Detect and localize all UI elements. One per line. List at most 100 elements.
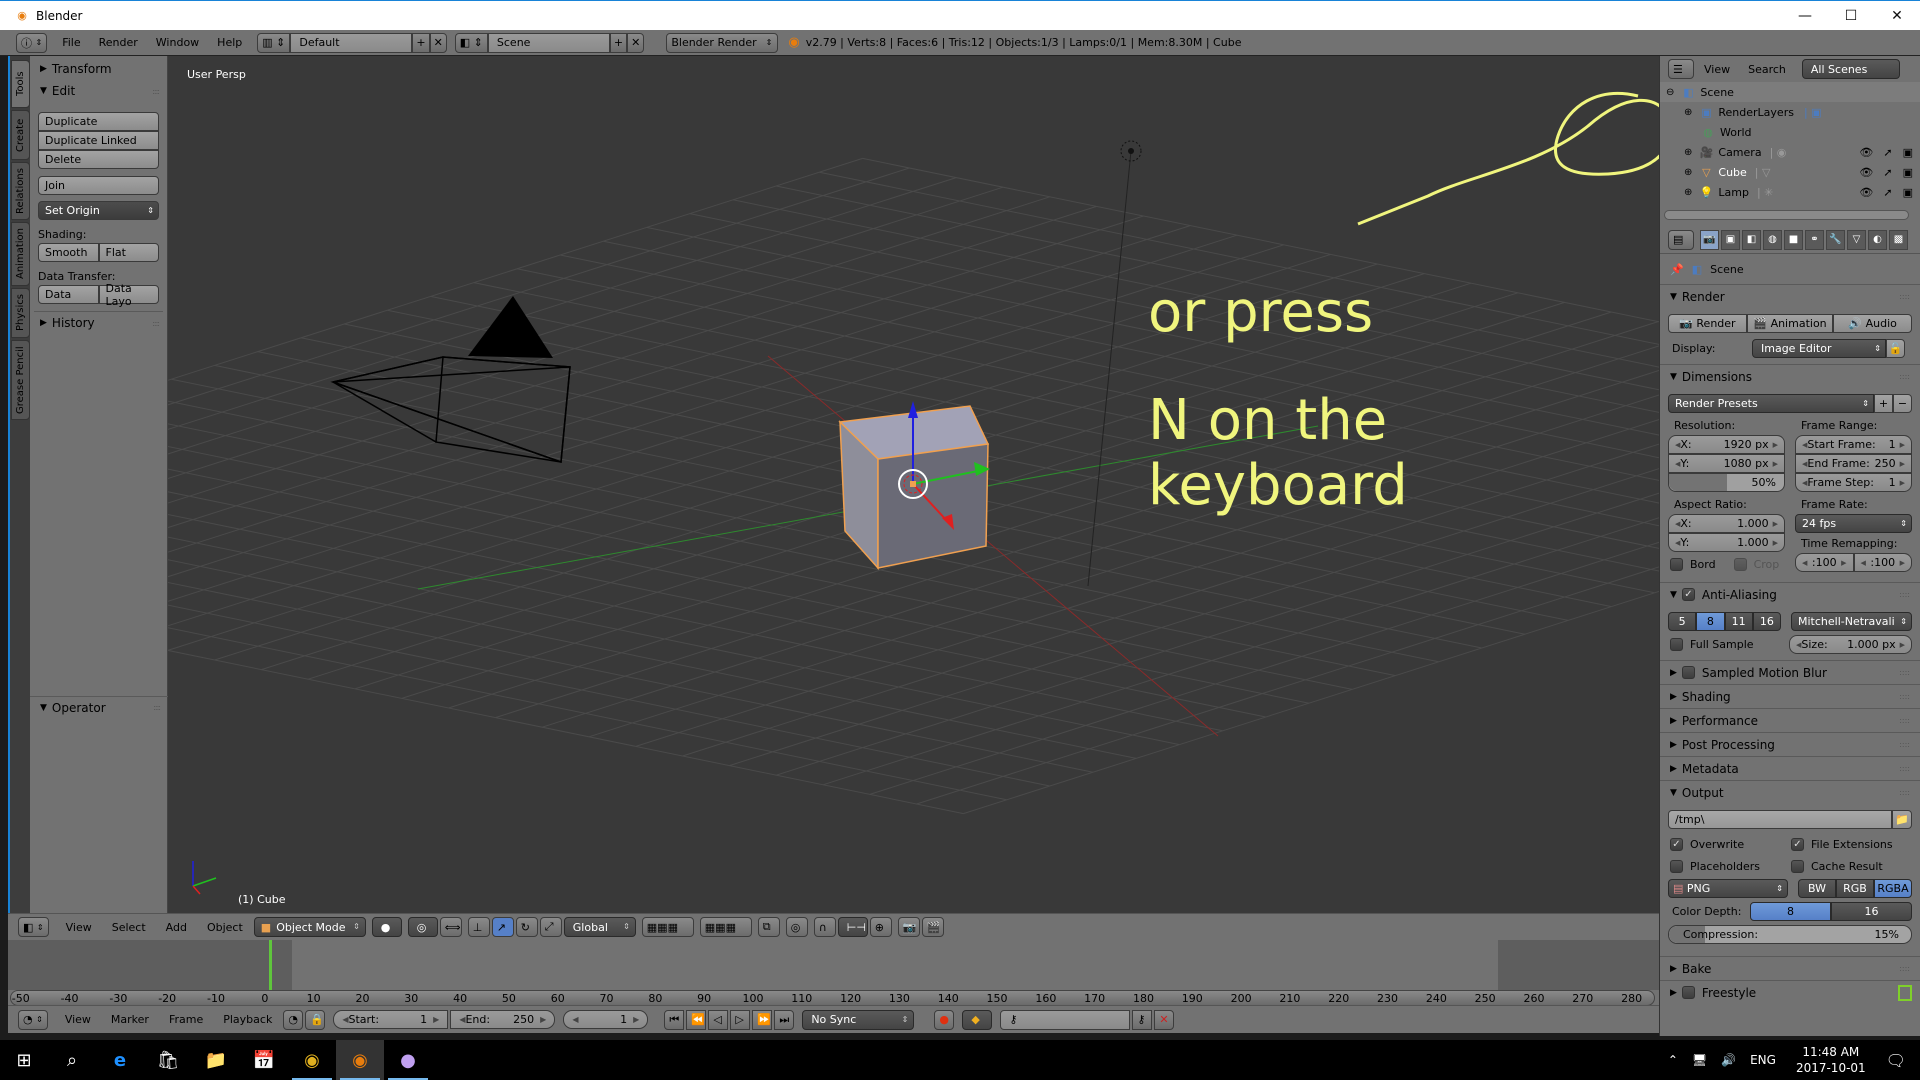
motion-blur-checkbox[interactable] — [1681, 666, 1695, 679]
tab-animation[interactable]: Animation — [11, 222, 30, 286]
panel-render[interactable]: ▼ Render:::: — [1660, 284, 1920, 308]
layers-group-2[interactable]: ▦▦▦ — [699, 917, 752, 937]
lock-camera-layers-button[interactable]: ⧉ — [757, 917, 780, 937]
tab-data-icon[interactable]: ▽ — [1847, 229, 1866, 250]
pivot-point-dropdown[interactable]: ◎ — [407, 917, 438, 937]
cache-result-checkbox[interactable] — [1791, 859, 1804, 873]
panel-grip-icon[interactable]: :::: — [1899, 788, 1910, 797]
jump-start-button[interactable]: ⏮ — [664, 1009, 685, 1030]
action-center-icon[interactable]: 🗨 — [1886, 1051, 1906, 1070]
auto-keying-button[interactable]: ● — [934, 1009, 955, 1030]
menu-file[interactable]: File — [53, 36, 89, 49]
expand-toggle-icon[interactable]: ⊕ — [1684, 167, 1692, 178]
panel-grip-icon[interactable]: :::: — [1899, 716, 1910, 725]
tab-object-icon[interactable]: ■ — [1784, 229, 1803, 250]
anti-aliasing-checkbox[interactable]: ✓ — [1681, 588, 1695, 601]
set-origin-dropdown[interactable]: Set Origin ⇕ — [38, 201, 159, 220]
lock-interface-icon[interactable]: 🔓 — [1886, 339, 1905, 358]
panel-shading[interactable]: ▶ Shading:::: — [1660, 684, 1920, 708]
search-button[interactable]: ⌕ — [48, 1040, 96, 1080]
taskbar-store[interactable]: 🛍 — [144, 1040, 192, 1080]
minimize-button[interactable]: — — [1782, 1, 1828, 31]
color-mode-bw-button[interactable]: BW — [1798, 879, 1836, 898]
remove-preset-button[interactable]: − — [1893, 394, 1912, 413]
compression-slider[interactable]: Compression: 15% — [1668, 925, 1912, 944]
panel-grip-icon[interactable]: :::: — [152, 319, 160, 328]
current-frame-marker[interactable] — [268, 940, 272, 990]
color-depth-8-button[interactable]: 8 — [1750, 902, 1831, 921]
placeholders-checkbox[interactable] — [1670, 859, 1683, 873]
snap-toggle-button[interactable]: ∩ — [813, 917, 836, 937]
taskbar-blender[interactable]: ◉ — [336, 1040, 384, 1080]
color-mode-rgba-button[interactable]: RGBA — [1874, 879, 1912, 898]
panel-output[interactable]: ▼ Output:::: — [1660, 780, 1920, 804]
aa-sample-button[interactable]: 5 — [1668, 612, 1697, 631]
duplicate-linked-button[interactable]: Duplicate Linked — [38, 131, 159, 150]
add-screen-button[interactable]: + — [412, 32, 430, 53]
manipulate-center-button[interactable]: ⟺ — [439, 917, 462, 937]
menu-playback[interactable]: Playback — [214, 1013, 281, 1026]
screen-layout-field[interactable]: Default — [290, 32, 413, 53]
data-layout-button[interactable]: Data Layo — [98, 282, 159, 308]
manipulator-toggle-button[interactable]: ⊥ — [467, 917, 490, 937]
tab-grease-pencil[interactable]: Grease Pencil — [11, 340, 30, 420]
panel-operator[interactable]: ▼ Operator:::: — [30, 696, 168, 718]
menu-select[interactable]: Select — [103, 921, 155, 934]
remap-new-field[interactable]: ◀:100 ▶ — [1853, 553, 1912, 572]
end-frame-field[interactable]: ◀ End Frame: 250 ▶ — [1795, 454, 1912, 473]
tab-scene-icon[interactable]: ◧ — [1742, 229, 1761, 250]
outliner-item-camera[interactable]: ⊕ 🎥 Camera | ◉ 👁 ➚ ▣ — [1660, 142, 1920, 162]
outliner-menu-view[interactable]: View — [1704, 63, 1730, 76]
tab-tools[interactable]: Tools — [11, 60, 30, 108]
visibility-eye-icon[interactable]: 👁 — [1859, 186, 1873, 199]
jump-end-button[interactable]: ⏭ — [774, 1009, 795, 1030]
keying-set-field[interactable]: ⚷ — [1000, 1009, 1131, 1030]
delete-button[interactable]: Delete — [38, 150, 159, 169]
panel-anti-aliasing[interactable]: ▼ ✓ Anti-Aliasing:::: — [1660, 582, 1920, 606]
tab-constraints-icon[interactable]: ⚭ — [1805, 229, 1824, 250]
panel-bake[interactable]: ▶ Bake:::: — [1660, 956, 1920, 980]
menu-render[interactable]: Render — [90, 36, 147, 49]
panel-metadata[interactable]: ▶ Metadata:::: — [1660, 756, 1920, 780]
panel-freestyle[interactable]: ▶ Freestyle — [1660, 980, 1920, 1004]
scene-field[interactable]: Scene — [487, 32, 610, 53]
resolution-x-field[interactable]: ◀ X: 1920 px ▶ — [1668, 435, 1785, 454]
freestyle-checkbox[interactable] — [1681, 986, 1695, 999]
file-extensions-checkbox[interactable]: ✓ — [1791, 837, 1804, 851]
render-image-button[interactable]: 📷 — [897, 917, 920, 937]
editor-type-outliner-button[interactable]: ☰ — [1668, 59, 1694, 79]
timeline-ruler[interactable]: -50 -40 -30 -20 -10 0 10 20 30 40 50 60 70 80 90 100 110… — [10, 990, 1655, 1006]
tab-relations[interactable]: Relations — [11, 162, 30, 220]
outliner-item-cube[interactable]: ⊕ ▽ Cube | ▽ 👁 ➚ ▣ — [1660, 162, 1920, 182]
editor-type-properties-button[interactable]: ▤ — [1668, 229, 1694, 250]
start-frame-field[interactable]: ◀ Start: 1 ▶ — [333, 1010, 449, 1029]
panel-history[interactable]: ▶ History:::: — [30, 312, 167, 334]
render-animation-button[interactable]: 🎬 — [921, 917, 944, 937]
file-format-dropdown[interactable]: ▤ PNG ⇕ — [1668, 879, 1788, 898]
expand-toggle-icon[interactable]: ⊕ — [1684, 187, 1692, 198]
tab-render-layers-icon[interactable]: ▣ — [1721, 229, 1740, 250]
panel-edit[interactable]: ▼ Edit:::: — [30, 80, 167, 102]
viewport-shading-dropdown[interactable]: ● — [371, 917, 402, 937]
play-button[interactable]: ▷ — [730, 1009, 751, 1030]
panel-grip-icon[interactable]: :::: — [1899, 292, 1910, 301]
tab-render-icon[interactable]: 📷 — [1700, 229, 1719, 250]
timeline[interactable]: -50 -40 -30 -20 -10 0 10 20 30 40 50 60 70 80 90 100 110… — [8, 940, 1659, 1010]
timeline-area[interactable] — [8, 940, 1659, 990]
expand-toggle-icon[interactable]: ⊕ — [1684, 147, 1692, 158]
renderability-camera-icon[interactable]: ▣ — [1903, 186, 1913, 199]
panel-grip-icon[interactable]: :::: — [1899, 692, 1910, 701]
render-engine-dropdown[interactable]: Blender Render ⇕ — [666, 32, 779, 53]
selectability-cursor-icon[interactable]: ➚ — [1883, 186, 1892, 199]
mode-dropdown[interactable]: ■ Object Mode ⇕ — [253, 917, 366, 937]
outliner-item-scene[interactable]: ⊖ ◧ Scene — [1660, 82, 1920, 102]
menu-view[interactable]: View — [56, 1013, 100, 1026]
sync-mode-dropdown[interactable]: No Sync ⇕ — [802, 1009, 915, 1030]
taskbar-edge[interactable]: e — [96, 1040, 144, 1080]
folder-icon[interactable]: 📁 — [1892, 810, 1912, 829]
network-icon[interactable]: 🖥 — [1692, 1053, 1707, 1067]
panel-grip-icon[interactable]: :::: — [1899, 590, 1910, 599]
outliner-item-world[interactable]: ◍ World — [1660, 122, 1920, 142]
use-preview-range-button[interactable]: ◔ — [283, 1009, 304, 1030]
expand-toggle-icon[interactable]: ⊕ — [1684, 107, 1692, 118]
